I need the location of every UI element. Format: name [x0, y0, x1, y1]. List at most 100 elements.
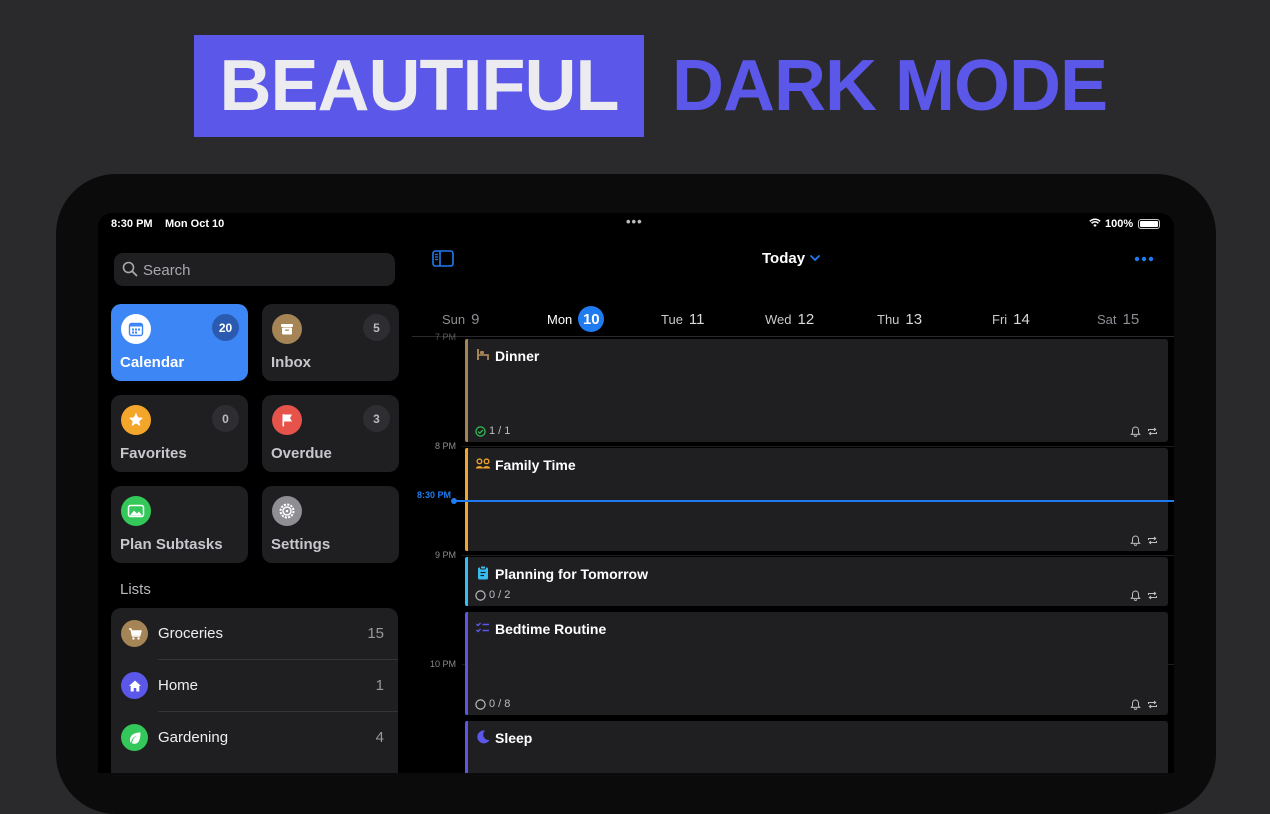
repeat-icon[interactable] [1147, 590, 1158, 601]
current-time-line [454, 500, 1174, 502]
event-progress: 0 / 2 [475, 589, 510, 601]
tile-inbox[interactable]: 5 Inbox [262, 304, 399, 381]
list-item-gardening[interactable]: Gardening 4 [111, 712, 398, 764]
list-item-home[interactable]: Home 1 [111, 660, 398, 712]
day-sun[interactable]: Sun 9 [442, 303, 479, 335]
event-title: Planning for Tomorrow [495, 566, 648, 582]
battery-icon [1138, 219, 1160, 229]
circle-icon [475, 589, 486, 601]
repeat-icon[interactable] [1147, 535, 1158, 546]
list-item-groceries[interactable]: Groceries 15 [111, 608, 398, 660]
event-progress: 1 / 1 [475, 425, 510, 437]
tile-overdue[interactable]: 3 Overdue [262, 395, 399, 472]
repeat-icon[interactable] [1147, 426, 1158, 437]
day-name: Fri [992, 311, 1008, 327]
event-dinner[interactable]: Dinner 1 / 1 [465, 339, 1168, 442]
battery-percentage: 100% [1105, 218, 1134, 230]
event-tools [1130, 535, 1158, 546]
dinner-icon [477, 349, 489, 360]
sidebar-toggle-icon[interactable] [432, 250, 454, 267]
star-icon [121, 405, 151, 435]
event-bedtime-routine[interactable]: Bedtime Routine 0 / 8 [465, 612, 1168, 715]
lists-container: Groceries 15 Home 1 Gardening 4 [111, 608, 398, 773]
bell-icon[interactable] [1130, 426, 1141, 437]
day-name: Sat [1097, 311, 1117, 327]
event-sleep[interactable]: Sleep [465, 721, 1168, 773]
bell-icon[interactable] [1130, 590, 1141, 601]
tile-calendar[interactable]: 20 Calendar [111, 304, 248, 381]
tablet-screen: 8:30 PM Mon Oct 10 ••• 100% Search 20 Ca… [98, 213, 1174, 773]
sidebar: Search 20 Calendar 5 Inbox 0 Favorites 3… [98, 237, 412, 773]
flag-icon [272, 405, 302, 435]
event-color-bar [465, 557, 468, 606]
event-tools [1130, 699, 1158, 710]
day-name: Wed [765, 311, 792, 327]
event-color-bar [465, 612, 468, 715]
mountain-icon [121, 496, 151, 526]
tile-favorites[interactable]: 0 Favorites [111, 395, 248, 472]
event-title: Sleep [495, 730, 533, 746]
today-title[interactable]: Today [762, 250, 805, 267]
clipboard-icon [478, 565, 488, 580]
hour-gridline [462, 446, 1174, 447]
tile-settings[interactable]: Settings [262, 486, 399, 563]
wifi-icon [1089, 218, 1101, 227]
day-mon[interactable]: Mon 10 [547, 303, 605, 335]
status-time: 8:30 PM [111, 218, 153, 230]
hero-word-dark-mode: DARK MODE [672, 46, 1108, 126]
day-number: 11 [688, 310, 705, 328]
chevron-down-icon[interactable] [810, 254, 820, 262]
lists-heading: Lists [120, 581, 151, 598]
hero-word-beautiful: BEAUTIFUL [219, 46, 620, 126]
list-item-count: 4 [375, 729, 384, 746]
day-sat[interactable]: Sat 15 [1097, 303, 1139, 335]
day-name: Mon [547, 311, 573, 327]
tile-settings-label: Settings [271, 536, 331, 553]
status-bar: 8:30 PM Mon Oct 10 ••• 100% [98, 213, 1174, 237]
event-progress-text: 1 / 1 [489, 425, 511, 437]
search-placeholder: Search [143, 262, 191, 279]
day-tue[interactable]: Tue 11 [661, 303, 705, 335]
multitask-dots-icon[interactable]: ••• [626, 214, 643, 229]
event-progress-text: 0 / 8 [489, 698, 511, 710]
hour-gridline [462, 555, 1174, 556]
event-planning-for-tomorrow[interactable]: Planning for Tomorrow 0 / 2 [465, 557, 1168, 606]
tile-calendar-count: 20 [212, 314, 239, 341]
home-icon [121, 672, 148, 699]
list-item-count: 1 [375, 677, 384, 694]
week-strip: Sun 9 Mon 10 Tue 11 Wed 12 Thu 13 Fri 14 Sat 15 [412, 303, 1174, 337]
inbox-icon [272, 314, 302, 344]
checklist-icon [475, 622, 489, 633]
list-item-label: Gardening [158, 729, 229, 746]
more-options-icon[interactable] [1134, 256, 1154, 262]
day-number: 13 [905, 310, 923, 328]
hour-label: 9 PM [434, 550, 456, 560]
tile-plan-subtasks[interactable]: Plan Subtasks [111, 486, 248, 563]
bell-icon[interactable] [1130, 699, 1141, 710]
tile-plan-subtasks-label: Plan Subtasks [120, 536, 223, 553]
tile-overdue-count: 3 [363, 405, 390, 432]
day-wed[interactable]: Wed 12 [765, 303, 814, 335]
day-timeline: 7 PM 8 PM 9 PM 10 PM Dinner 1 / 1 Family… [412, 332, 1174, 773]
current-time-label: 8:30 PM [416, 490, 451, 500]
day-number: 15 [1122, 310, 1140, 328]
repeat-icon[interactable] [1147, 699, 1158, 710]
event-title: Bedtime Routine [495, 621, 607, 637]
day-fri[interactable]: Fri 14 [992, 303, 1030, 335]
tile-overdue-label: Overdue [271, 445, 332, 462]
tile-favorites-count: 0 [212, 405, 239, 432]
event-tools [1130, 590, 1158, 601]
hour-label: 10 PM [429, 659, 456, 669]
day-number: 14 [1013, 310, 1030, 328]
moon-icon [477, 730, 490, 744]
event-progress-text: 0 / 2 [489, 589, 511, 601]
bell-icon[interactable] [1130, 535, 1141, 546]
hour-label: 7 PM [434, 332, 456, 342]
day-number: 9 [471, 310, 480, 328]
event-color-bar [465, 721, 468, 773]
day-thu[interactable]: Thu 13 [877, 303, 922, 335]
day-name: Thu [877, 311, 900, 327]
status-date: Mon Oct 10 [165, 218, 225, 230]
circle-icon [475, 698, 486, 710]
search-input[interactable]: Search [114, 253, 395, 286]
